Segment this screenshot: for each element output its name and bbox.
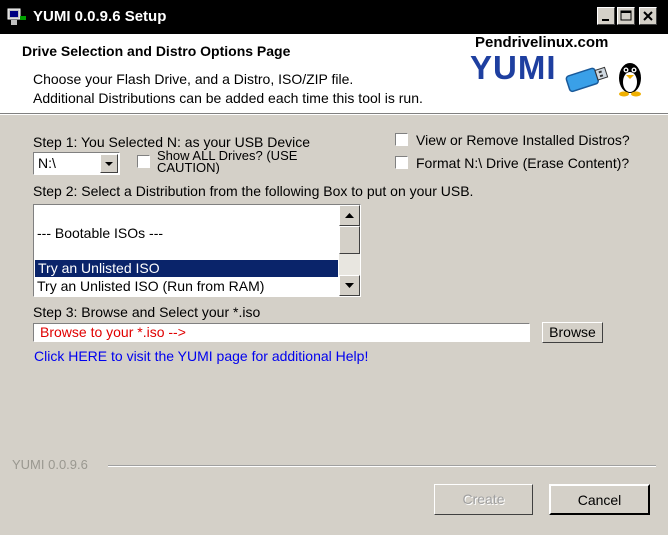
maximize-button[interactable] <box>617 7 635 25</box>
scroll-up-button[interactable] <box>339 205 360 226</box>
view-remove-label[interactable]: View or Remove Installed Distros? <box>416 132 634 148</box>
close-icon <box>643 11 653 21</box>
browse-button[interactable]: Browse <box>542 322 603 343</box>
list-item[interactable]: Try an Unlisted ISO (Run from RAM) <box>37 278 264 294</box>
view-remove-checkbox[interactable] <box>395 133 408 146</box>
yumi-logo: Pendrivelinux.com YUMI <box>465 34 650 112</box>
step2-label: Step 2: Select a Distribution from the f… <box>33 183 474 199</box>
distro-listbox[interactable]: --- Bootable ISOs --- Try an Unlisted IS… <box>33 204 361 297</box>
iso-path-input[interactable]: Browse to your *.iso --> <box>33 323 530 342</box>
drive-select-dropdown-button[interactable] <box>100 154 118 173</box>
usb-drive-icon <box>7 8 26 25</box>
scroll-thumb[interactable] <box>339 226 360 254</box>
close-button[interactable] <box>639 7 657 25</box>
format-drive-checkbox[interactable] <box>395 156 408 169</box>
title-bar[interactable]: YUMI 0.0.9.6 Setup <box>0 0 668 34</box>
drive-select-value: N:\ <box>38 155 56 171</box>
create-button[interactable]: Create <box>434 484 533 515</box>
scroll-down-button[interactable] <box>339 275 360 296</box>
header-divider <box>0 114 668 115</box>
chevron-down-icon <box>105 162 113 166</box>
show-all-drives-checkbox[interactable] <box>137 155 150 168</box>
format-drive-label[interactable]: Format N:\ Drive (Erase Content)? <box>416 155 634 171</box>
setup-window: YUMI 0.0.9.6 Setup Drive Selection and D… <box>0 0 668 535</box>
header-panel: Drive Selection and Distro Options Page … <box>0 34 668 114</box>
minimize-icon <box>602 19 609 21</box>
drive-select[interactable]: N:\ <box>33 152 120 175</box>
version-label: YUMI 0.0.9.6 <box>12 457 88 472</box>
window-title: YUMI 0.0.9.6 Setup <box>33 8 167 25</box>
logo-word: YUMI <box>470 49 557 86</box>
page-title: Drive Selection and Distro Options Page <box>22 43 291 59</box>
cancel-button[interactable]: Cancel <box>549 484 650 515</box>
page-description: Choose your Flash Drive, and a Distro, I… <box>33 71 423 106</box>
help-link[interactable]: Click HERE to visit the YUMI page for ad… <box>34 348 368 364</box>
minimize-button[interactable] <box>597 7 615 25</box>
maximize-icon <box>620 10 632 21</box>
step1-label: Step 1: You Selected N: as your USB Devi… <box>33 134 311 150</box>
footer-divider <box>108 465 656 467</box>
list-item-selected[interactable]: Try an Unlisted ISO <box>35 260 338 277</box>
listbox-scrollbar[interactable] <box>339 205 360 296</box>
list-item[interactable]: --- Bootable ISOs --- <box>37 225 163 241</box>
step3-label: Step 3: Browse and Select your *.iso <box>33 304 261 320</box>
usb-penguin-icon <box>565 63 641 97</box>
arrow-up-icon <box>345 213 354 218</box>
arrow-down-icon <box>345 283 354 288</box>
show-all-drives-label[interactable]: Show ALL Drives? (USE CAUTION) <box>157 150 317 174</box>
